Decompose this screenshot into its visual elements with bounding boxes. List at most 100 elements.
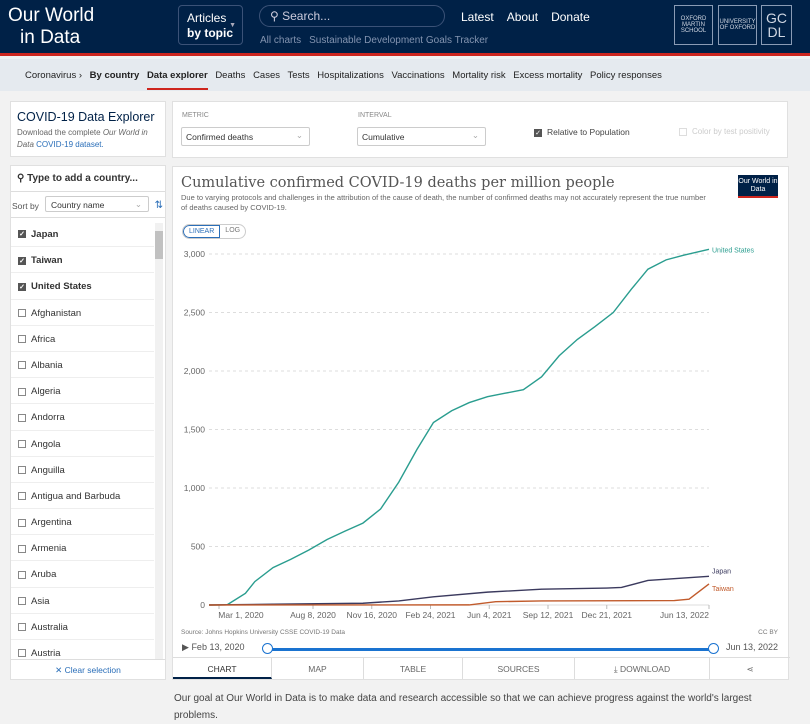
- gcdl-logo[interactable]: GC DL: [761, 5, 792, 45]
- nav-cases[interactable]: Cases: [253, 70, 280, 81]
- country-list-scrollbar[interactable]: [155, 223, 163, 659]
- country-item[interactable]: Armenia: [11, 535, 154, 562]
- y-tick-label: 2,500: [184, 308, 206, 318]
- play-icon[interactable]: ▶: [182, 642, 189, 652]
- checkbox-icon[interactable]: [18, 597, 26, 606]
- checkbox-icon[interactable]: [18, 518, 26, 527]
- country-item[interactable]: Argentina: [11, 509, 154, 536]
- country-search-placeholder: Type to add a country...: [27, 173, 138, 184]
- owid-logo[interactable]: Our World in Data: [8, 5, 94, 49]
- timeline-slider[interactable]: [263, 648, 712, 651]
- nav-hospitalizations[interactable]: Hospitalizations: [317, 70, 384, 81]
- articles-by-topic-button[interactable]: Articles ▼ by topic: [178, 5, 243, 45]
- country-item[interactable]: Afghanistan: [11, 300, 154, 326]
- country-item[interactable]: Algeria: [11, 378, 154, 405]
- nav-data-explorer[interactable]: Data explorer: [146, 70, 208, 90]
- checkbox-icon[interactable]: [18, 492, 26, 501]
- donate-link[interactable]: Donate: [551, 10, 590, 24]
- latest-link[interactable]: Latest: [461, 10, 494, 24]
- sort-select[interactable]: Country name ⌄: [45, 196, 149, 212]
- country-name: Algeria: [31, 386, 61, 398]
- checkbox-icon[interactable]: [18, 361, 26, 370]
- by-topic-label: by topic: [187, 26, 234, 40]
- series-label: Taiwan: [712, 586, 734, 593]
- country-item[interactable]: Austria: [11, 640, 154, 661]
- about-link[interactable]: About: [507, 10, 538, 24]
- checkbox-icon[interactable]: [18, 335, 26, 344]
- metric-select[interactable]: Confirmed deaths ⌄: [181, 127, 310, 146]
- badge-text: UNIVERSITY OF OXFORD: [719, 19, 756, 31]
- share-icon[interactable]: ⋖: [710, 658, 790, 679]
- timeline-start-handle[interactable]: [262, 643, 273, 654]
- nav-coronavirus[interactable]: Coronavirus ›: [25, 70, 82, 81]
- country-item[interactable]: ✓ Japan: [11, 221, 154, 248]
- checkbox-icon[interactable]: [18, 387, 26, 396]
- checkbox-icon[interactable]: [18, 309, 26, 318]
- dataset-link[interactable]: COVID-19 dataset.: [34, 140, 104, 149]
- interval-select[interactable]: Cumulative ⌄: [357, 127, 486, 146]
- sdg-tracker-link[interactable]: Sustainable Development Goals Tracker: [309, 35, 488, 46]
- country-item[interactable]: Africa: [11, 326, 154, 352]
- country-item[interactable]: Angola: [11, 431, 154, 457]
- checkbox-icon[interactable]: [18, 623, 26, 632]
- y-tick-label: 1,500: [184, 425, 206, 435]
- nav-tests[interactable]: Tests: [287, 70, 309, 81]
- country-item[interactable]: Asia: [11, 588, 154, 614]
- sort-label: Sort by: [12, 201, 39, 211]
- clear-selection-button[interactable]: ✕ Clear selection: [11, 659, 165, 679]
- coronavirus-nav: Coronavirus › By country Data explorer D…: [0, 59, 810, 91]
- checkbox-icon[interactable]: [18, 570, 26, 579]
- x-tick-label: Dec 21, 2021: [581, 610, 632, 620]
- country-item[interactable]: Albania: [11, 352, 154, 379]
- nav-excess-mortality[interactable]: Excess mortality: [513, 70, 582, 81]
- oxford-martin-logo[interactable]: OXFORD MARTIN SCHOOL: [674, 5, 713, 45]
- country-picker: ⚲ Type to add a country... Sort by Count…: [10, 165, 166, 680]
- checkbox-icon[interactable]: [18, 649, 26, 658]
- chart-tabs: CHART MAP TABLE SOURCES ⤓ DOWNLOAD ⋖: [173, 657, 790, 679]
- country-item[interactable]: Anguilla: [11, 457, 154, 483]
- tab-table[interactable]: TABLE: [364, 658, 463, 679]
- country-name: Japan: [31, 229, 59, 240]
- all-charts-link[interactable]: All charts: [260, 35, 301, 46]
- timeline-end-handle[interactable]: [708, 643, 719, 654]
- relative-to-population-checkbox[interactable]: ✓ Relative to Population: [534, 127, 630, 137]
- tab-sources[interactable]: SOURCES: [463, 658, 575, 679]
- nav-policy-responses[interactable]: Policy responses: [590, 70, 662, 81]
- footer-text: Our goal at Our World in Data is to make…: [174, 693, 752, 721]
- checkbox-checked-icon[interactable]: ✓: [18, 256, 26, 265]
- tab-chart[interactable]: CHART: [173, 658, 272, 679]
- y-tick-label: 0: [200, 600, 205, 610]
- country-item[interactable]: ✓ Taiwan: [11, 247, 154, 274]
- country-search-input[interactable]: ⚲ Type to add a country...: [11, 166, 165, 192]
- nav-deaths[interactable]: Deaths: [215, 70, 245, 81]
- checkbox-checked-icon[interactable]: ✓: [18, 282, 26, 291]
- nav-vaccinations[interactable]: Vaccinations: [391, 70, 444, 81]
- country-name: Austria: [31, 648, 61, 659]
- interval-value: Cumulative: [362, 132, 405, 142]
- badge-text: OXFORD MARTIN SCHOOL: [680, 16, 707, 34]
- checkbox-icon[interactable]: [18, 413, 26, 422]
- chevron-down-icon: ⌄: [295, 130, 303, 140]
- country-item[interactable]: Aruba: [11, 561, 154, 588]
- country-item[interactable]: Andorra: [11, 404, 154, 431]
- checkbox-icon[interactable]: [18, 439, 26, 448]
- country-item[interactable]: Antigua and Barbuda: [11, 483, 154, 510]
- checkbox-icon[interactable]: [18, 544, 26, 553]
- checkbox-checked-icon[interactable]: ✓: [18, 230, 26, 239]
- tab-map[interactable]: MAP: [272, 658, 364, 679]
- sort-order-icon[interactable]: ⇅: [155, 200, 163, 211]
- country-item[interactable]: Australia: [11, 614, 154, 640]
- tab-download[interactable]: ⤓ DOWNLOAD: [575, 658, 710, 679]
- color-by-test-positivity-checkbox[interactable]: Color by test positivity: [679, 127, 770, 136]
- y-tick-label: 1,000: [184, 483, 206, 493]
- country-name: United States: [31, 281, 92, 293]
- explorer-intro: COVID-19 Data Explorer Download the comp…: [10, 101, 166, 157]
- series-line-united-states: [208, 248, 710, 606]
- nav-by-country[interactable]: By country: [90, 70, 140, 81]
- nav-mortality-risk[interactable]: Mortality risk: [452, 70, 505, 81]
- oxford-university-logo[interactable]: UNIVERSITY OF OXFORD: [718, 5, 757, 45]
- checkbox-icon[interactable]: [18, 466, 26, 475]
- country-item[interactable]: ✓ United States: [11, 273, 154, 300]
- search-input[interactable]: ⚲ Search...: [259, 5, 445, 27]
- site-header: Our World in Data Articles ▼ by topic ⚲ Se…: [0, 0, 810, 56]
